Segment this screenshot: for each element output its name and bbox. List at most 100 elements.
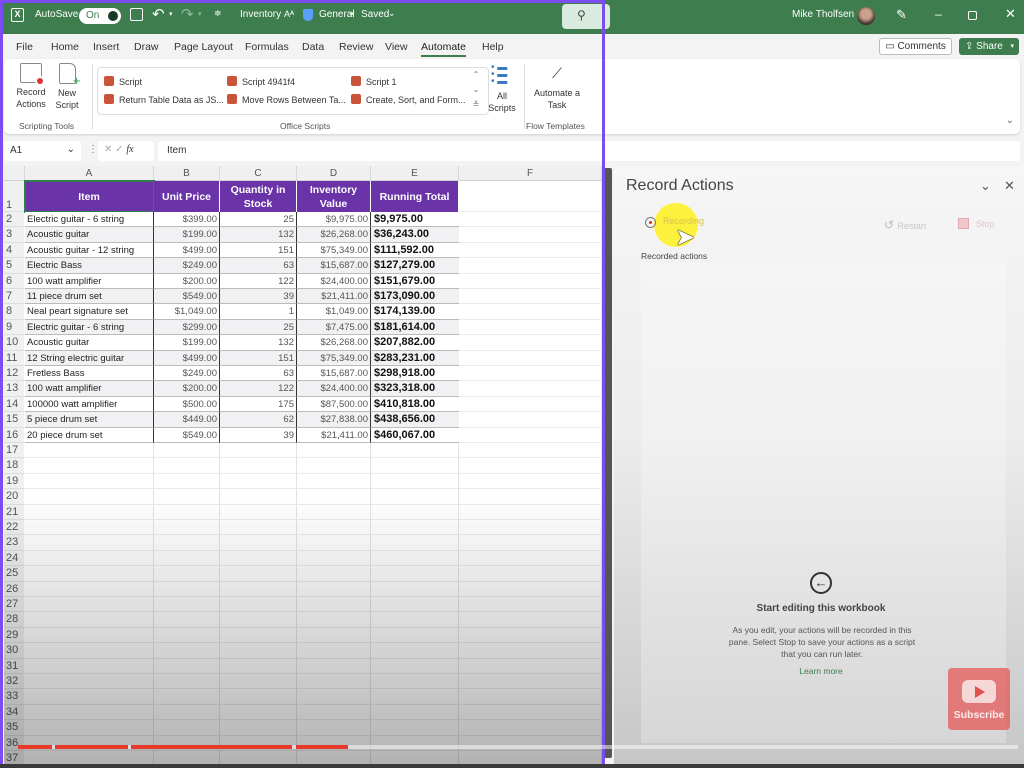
row-header[interactable]: 31 bbox=[4, 658, 24, 674]
autosave-toggle[interactable]: On bbox=[79, 8, 121, 24]
tab-insert[interactable]: Insert bbox=[93, 41, 119, 53]
user-name[interactable]: Mike Tholfsen bbox=[792, 9, 854, 20]
cell-quantity[interactable]: 63 bbox=[220, 366, 297, 382]
cell-item[interactable]: 100 watt amplifier bbox=[25, 381, 154, 397]
cell-quantity[interactable]: 132 bbox=[220, 227, 297, 243]
share-dropdown-icon[interactable]: ▾ bbox=[1010, 38, 1014, 55]
cell-item[interactable]: Electric guitar - 6 string bbox=[25, 319, 154, 336]
restart-button[interactable]: ↺ Restart bbox=[884, 218, 926, 232]
cell-quantity[interactable]: 25 bbox=[220, 212, 297, 228]
ribbon-collapse-icon[interactable]: ⌄ bbox=[1006, 115, 1014, 126]
cell-inventory-value[interactable]: $15,687.00 bbox=[297, 258, 371, 274]
cell-running-total[interactable]: $283,231.00 bbox=[371, 350, 459, 366]
pane-close-icon[interactable]: ✕ bbox=[1004, 178, 1015, 194]
cell-unit-price[interactable]: $1,049.00 bbox=[154, 304, 220, 320]
all-scripts-button[interactable]: • ▬ • ▬ • ▬ All Scripts bbox=[487, 63, 517, 114]
row-header[interactable]: 15 bbox=[4, 412, 24, 428]
cell-running-total[interactable]: $173,090.00 bbox=[371, 289, 459, 305]
table-header-cell[interactable]: Running Total bbox=[371, 181, 459, 212]
cell-unit-price[interactable]: $449.00 bbox=[154, 412, 220, 428]
script-item[interactable]: Move Rows Between Ta... bbox=[227, 94, 346, 105]
cell-quantity[interactable]: 63 bbox=[220, 258, 297, 274]
minimize-icon[interactable]: – bbox=[935, 7, 942, 21]
cell-unit-price[interactable]: $299.00 bbox=[154, 319, 220, 336]
comments-button[interactable]: ▭ Comments bbox=[879, 38, 952, 55]
row-header[interactable]: 11 bbox=[4, 350, 24, 366]
row-header[interactable]: 24 bbox=[4, 550, 24, 567]
tab-review[interactable]: Review bbox=[339, 41, 373, 53]
cell-inventory-value[interactable]: $21,411.00 bbox=[297, 427, 371, 443]
cell-inventory-value[interactable]: $24,400.00 bbox=[297, 381, 371, 397]
cell-item[interactable]: Acoustic guitar - 12 string bbox=[25, 242, 154, 259]
row-header[interactable]: 25 bbox=[4, 566, 24, 582]
row-header[interactable]: 19 bbox=[4, 473, 24, 490]
cell-inventory-value[interactable]: $15,687.00 bbox=[297, 366, 371, 382]
cell-running-total[interactable]: $323,318.00 bbox=[371, 381, 459, 397]
cell-inventory-value[interactable]: $24,400.00 bbox=[297, 273, 371, 289]
cell-inventory-value[interactable]: $26,268.00 bbox=[297, 227, 371, 243]
row-header[interactable]: 21 bbox=[4, 504, 24, 520]
row-header[interactable]: 18 bbox=[4, 458, 24, 474]
cell-item[interactable]: 5 piece drum set bbox=[25, 412, 154, 428]
cell-item[interactable]: 12 String electric guitar bbox=[25, 350, 154, 366]
column-header-a[interactable]: A bbox=[25, 166, 154, 181]
row-header[interactable]: 13 bbox=[4, 381, 24, 397]
row-header[interactable]: 33 bbox=[4, 689, 24, 705]
script-item[interactable]: Script bbox=[104, 76, 142, 87]
redo-icon[interactable]: ↷ bbox=[181, 5, 194, 23]
row-header[interactable]: 3 bbox=[4, 227, 24, 243]
cell-item[interactable]: 100 watt amplifier bbox=[25, 273, 154, 289]
cell-quantity[interactable]: 122 bbox=[220, 381, 297, 397]
tab-help[interactable]: Help bbox=[482, 41, 504, 53]
cell-inventory-value[interactable]: $75,349.00 bbox=[297, 242, 371, 259]
cell-running-total[interactable]: $460,067.00 bbox=[371, 427, 459, 443]
cell-unit-price[interactable]: $200.00 bbox=[154, 381, 220, 397]
script-item[interactable]: Script 4941f4 bbox=[227, 76, 295, 87]
pen-icon[interactable]: ✎ bbox=[896, 7, 907, 23]
cell-item[interactable]: Electric guitar - 6 string bbox=[25, 212, 154, 228]
save-icon[interactable] bbox=[130, 8, 143, 21]
spreadsheet-grid[interactable]: A B C D E F 1 2 3 4 5 6 7 8 9 10 11 12 13 14 15 16 17 18 19 20 21 2… bbox=[4, 166, 602, 764]
cell-inventory-value[interactable]: $27,838.00 bbox=[297, 412, 371, 428]
cell-unit-price[interactable]: $249.00 bbox=[154, 258, 220, 274]
file-name[interactable]: Inventory bbox=[240, 9, 281, 20]
row-header[interactable]: 34 bbox=[4, 704, 24, 721]
cell-quantity[interactable]: 62 bbox=[220, 412, 297, 428]
tab-formulas[interactable]: Formulas bbox=[245, 41, 289, 53]
cell-unit-price[interactable]: $200.00 bbox=[154, 273, 220, 289]
cell-unit-price[interactable]: $399.00 bbox=[154, 212, 220, 228]
row-header[interactable]: 37 bbox=[4, 751, 24, 764]
cell-running-total[interactable]: $151,679.00 bbox=[371, 273, 459, 289]
row-header[interactable]: 22 bbox=[4, 520, 24, 536]
cell-item[interactable]: 20 piece drum set bbox=[25, 427, 154, 443]
chevron-down-icon[interactable]: ⌄ bbox=[388, 8, 396, 19]
column-header-d[interactable]: D bbox=[297, 166, 371, 181]
row-header[interactable]: 9 bbox=[4, 319, 24, 336]
row-header[interactable]: 26 bbox=[4, 581, 24, 597]
tab-home[interactable]: Home bbox=[51, 41, 79, 53]
cell-unit-price[interactable]: $549.00 bbox=[154, 289, 220, 305]
cell-quantity[interactable]: 122 bbox=[220, 273, 297, 289]
tab-data[interactable]: Data bbox=[302, 41, 324, 53]
row-header[interactable]: 4 bbox=[4, 242, 24, 259]
row-header[interactable]: 16 bbox=[4, 427, 24, 443]
cell-item[interactable]: Fretless Bass bbox=[25, 366, 154, 382]
redo-dropdown-icon[interactable]: ▾ bbox=[198, 10, 202, 18]
cell-unit-price[interactable]: $199.00 bbox=[154, 227, 220, 243]
tab-draw[interactable]: Draw bbox=[134, 41, 159, 53]
video-progress-segment[interactable] bbox=[55, 745, 128, 749]
row-header[interactable]: 20 bbox=[4, 489, 24, 505]
tab-automate[interactable]: Automate bbox=[421, 41, 466, 57]
cell-running-total[interactable]: $111,592.00 bbox=[371, 242, 459, 259]
pane-options-icon[interactable]: ⌄ bbox=[980, 178, 991, 194]
cell-unit-price[interactable]: $549.00 bbox=[154, 427, 220, 443]
row-header[interactable]: 32 bbox=[4, 674, 24, 690]
row-header[interactable]: 12 bbox=[4, 366, 24, 382]
column-header-c[interactable]: C bbox=[220, 166, 297, 181]
enter-icon[interactable]: ✓ bbox=[115, 144, 123, 155]
cell-unit-price[interactable]: $249.00 bbox=[154, 366, 220, 382]
cell-item[interactable]: Acoustic guitar bbox=[25, 335, 154, 351]
scroll-up-icon[interactable]: ⌃ bbox=[470, 67, 482, 82]
cell-inventory-value[interactable]: $9,975.00 bbox=[297, 212, 371, 228]
row-header[interactable]: 2 bbox=[4, 212, 24, 228]
